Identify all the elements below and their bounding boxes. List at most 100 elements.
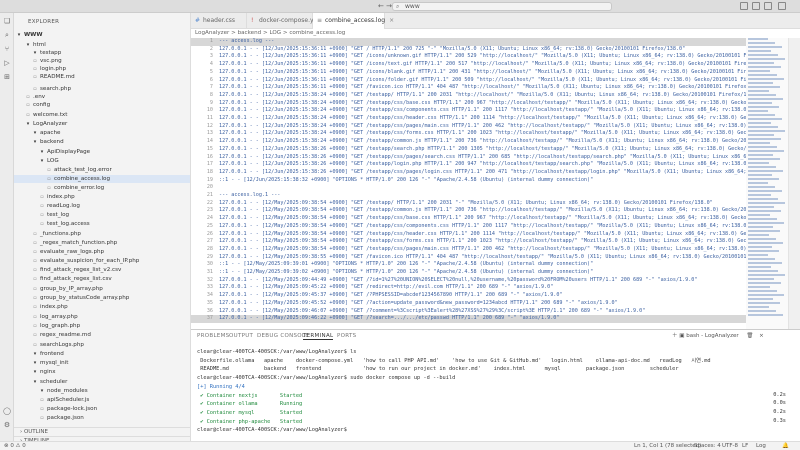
tab-terminal[interactable]: TERMINAL [303, 333, 334, 340]
tab-header-css[interactable]: # header.css [191, 13, 247, 29]
code-line[interactable]: 29 127.0.0.1 - - [12/May/2025:09:38:55 +0… [191, 254, 751, 262]
code-line[interactable]: 13 127.0.0.1 - - [12/Jun/2025:15:38:24 +0… [191, 130, 751, 138]
code-line[interactable]: 6 127.0.0.1 - - [12/Jun/2025:15:36:11 +09… [191, 77, 751, 85]
tree-item[interactable]: ▫ log_graph.php [14, 322, 190, 330]
code-line[interactable]: 23 127.0.0.1 - - [12/May/2025:09:38:54 +0… [191, 207, 751, 215]
tree-item[interactable]: ▾ LOG [14, 157, 190, 165]
bell-icon[interactable]: 🔔 [782, 442, 789, 450]
tree-item[interactable]: ▫ login.php [14, 65, 190, 73]
tab-combine-access-log[interactable]: ≡ combine_access.log × [313, 13, 394, 29]
tree-item[interactable]: ▾ testapp [14, 49, 190, 57]
tree-item[interactable]: ▾ mysql_init [14, 359, 190, 367]
gear-icon[interactable]: ⚙ [3, 421, 11, 429]
tree-item[interactable]: ▫ .env [14, 93, 190, 101]
tree-item[interactable]: ▾ scheduler [14, 378, 190, 386]
terminal-name[interactable]: bash - LogAnalyzer [686, 333, 738, 339]
code-line[interactable]: 9 127.0.0.1 - - [12/Jun/2025:15:38:24 +09… [191, 100, 751, 108]
trash-icon[interactable]: 🗑 [746, 333, 753, 339]
code-line[interactable]: 4 127.0.0.1 - - [12/Jun/2025:15:36:11 +09… [191, 61, 751, 69]
customize-layout-icon[interactable] [778, 2, 786, 10]
tab-ports[interactable]: PORTS [337, 333, 356, 339]
code-line[interactable]: 17 127.0.0.1 - - [12/Jun/2025:15:38:26 +0… [191, 161, 751, 169]
cursor-position[interactable]: Ln 1, Col 1 (78 selected) [634, 442, 701, 450]
tree-item[interactable]: ▾ frontend [14, 350, 190, 358]
tree-item[interactable]: ▫ _regex_match_function.php [14, 239, 190, 247]
code-line[interactable]: 12 127.0.0.1 - - [12/Jun/2025:15:38:24 +0… [191, 123, 751, 131]
tree-item[interactable]: ▾ node_modules [14, 387, 190, 395]
tab-output[interactable]: OUTPUT [229, 333, 253, 339]
code-line[interactable]: 37 127.0.0.1 - - [12/May/2025:09:46:22 +0… [191, 315, 751, 323]
tree-item[interactable]: ▫ attack_test_log.error [14, 166, 190, 174]
workspace-root[interactable]: ▾ WWW [14, 31, 190, 39]
toggle-secondary-sidebar-icon[interactable] [764, 2, 772, 10]
tree-item[interactable]: ▫ readLog.log [14, 202, 190, 210]
code-line[interactable]: 8 127.0.0.1 - - [12/Jun/2025:15:38:24 +09… [191, 92, 751, 100]
command-center-search[interactable]: ⌕ www [392, 2, 612, 11]
tree-item[interactable]: ▫ package.json [14, 414, 190, 422]
code-line[interactable]: 14 127.0.0.1 - - [12/Jun/2025:15:38:24 +0… [191, 138, 751, 146]
tab-docker-compose[interactable]: ! docker-compose.yml [247, 13, 321, 29]
code-line[interactable]: 30::1 - - [12/May/2025:09:39:01 +0900] "… [191, 261, 751, 269]
code-line[interactable]: 2 127.0.0.1 - - [12/Jun/2025:15:36:11 +09… [191, 46, 751, 54]
nav-arrows-icon[interactable]: ← → [378, 2, 392, 10]
code-line[interactable]: 16 127.0.0.1 - - [12/Jun/2025:15:38:26 +0… [191, 154, 751, 162]
encoding[interactable]: UTF-8 [722, 442, 738, 450]
source-control-icon[interactable]: ⑂ [3, 45, 11, 53]
breadcrumb[interactable]: LogAnalyzer > backend > LOG > combine_ac… [191, 29, 800, 38]
code-editor[interactable]: 1 --- access.log --- 2 127.0.0.1 - - [12/Ju… [191, 38, 800, 329]
tree-item[interactable]: ▫ index.php [14, 303, 190, 311]
editor-scrollbar[interactable] [788, 38, 800, 329]
tree-item[interactable]: ▫ evaluate_suspicion_for_each_IP.php [14, 257, 190, 265]
code-line[interactable]: 1 --- access.log --- [191, 38, 751, 46]
tree-item[interactable]: ▫ group_by_IP_array.php [14, 285, 190, 293]
tree-item[interactable]: ▾ apache [14, 129, 190, 137]
tree-item[interactable]: ▫ evaluate_raw_logs.php [14, 248, 190, 256]
code-line[interactable]: 31::1 - - [12/May/2025:09:39:02 +0900] "… [191, 269, 751, 277]
tree-item[interactable]: ▾ html [14, 41, 190, 49]
account-icon[interactable]: ◯ [3, 407, 11, 415]
minimap[interactable] [746, 38, 788, 329]
run-debug-icon[interactable]: ▷ [3, 59, 11, 67]
tree-item[interactable]: ▫ group_by_statusCode_array.php [14, 294, 190, 302]
tree-item[interactable]: ▫ vsc.png [14, 57, 190, 65]
tree-item[interactable]: ▫ test_log.access [14, 220, 190, 228]
code-line[interactable]: 34 127.0.0.1 - - [12/May/2025:09:45:37 +0… [191, 292, 751, 300]
tree-item[interactable]: ▾ LogAnalyzer [14, 120, 190, 128]
tree-item[interactable]: ▫ search.php [14, 85, 190, 93]
plus-icon[interactable]: ＋ [672, 333, 678, 339]
code-line[interactable]: 25 127.0.0.1 - - [12/May/2025:09:38:54 +0… [191, 223, 751, 231]
tree-item[interactable]: ▫ find_attack_regex_list.csv [14, 275, 190, 283]
indentation[interactable]: Spaces: 4 [694, 442, 721, 450]
code-line[interactable]: 3 127.0.0.1 - - [12/Jun/2025:15:36:11 +09… [191, 53, 751, 61]
tree-item[interactable]: ▫ package-lock.json [14, 405, 190, 413]
tree-item[interactable]: ▾ nginx [14, 368, 190, 376]
code-line[interactable]: 24 127.0.0.1 - - [12/May/2025:09:38:54 +0… [191, 215, 751, 223]
code-line[interactable]: 33 127.0.0.1 - - [12/May/2025:09:45:22 +0… [191, 284, 751, 292]
tree-item[interactable]: ▫ README.md [14, 73, 190, 81]
tab-problems[interactable]: PROBLEMS [197, 333, 229, 339]
toggle-panel-icon[interactable] [752, 2, 760, 10]
tree-item[interactable]: ▫ welcome.txt [14, 111, 190, 119]
tree-item[interactable]: ▫ regex_readme.md [14, 331, 190, 339]
code-line[interactable]: 27 127.0.0.1 - - [12/May/2025:09:38:54 +0… [191, 238, 751, 246]
language-mode[interactable]: Log [756, 442, 766, 450]
extensions-icon[interactable]: ⊞ [3, 73, 11, 81]
code-line[interactable]: 22 127.0.0.1 - - [12/May/2025:09:38:54 +0… [191, 200, 751, 208]
close-icon[interactable]: × [759, 333, 764, 339]
tree-item[interactable]: ▾ backend [14, 138, 190, 146]
tree-item[interactable]: ▫ combine_error.log [14, 184, 190, 192]
code-line[interactable]: 20 [191, 184, 751, 192]
code-line[interactable]: 15 127.0.0.1 - - [12/Jun/2025:15:38:26 +0… [191, 146, 751, 154]
code-line[interactable]: 21 --- access.log.1 --- [191, 192, 751, 200]
tree-item[interactable]: ▫ find_attack_regex_list_v2.csv [14, 266, 190, 274]
tree-item[interactable]: ▾ ApiDisplayPage [14, 148, 190, 156]
toggle-sidebar-icon[interactable] [740, 2, 748, 10]
code-line[interactable]: 26 127.0.0.1 - - [12/May/2025:09:38:54 +0… [191, 231, 751, 239]
explorer-icon[interactable]: ❏ [3, 17, 11, 25]
tree-item[interactable]: ▫ config [14, 101, 190, 109]
tree-item[interactable]: ▫ combine_access.log [14, 175, 190, 183]
search-icon[interactable]: ⌕ [3, 31, 11, 39]
tree-item[interactable]: ▫ test_log [14, 211, 190, 219]
code-line[interactable]: 11 127.0.0.1 - - [12/Jun/2025:15:38:24 +0… [191, 115, 751, 123]
code-line[interactable]: 5 127.0.0.1 - - [12/Jun/2025:15:36:11 +09… [191, 69, 751, 77]
